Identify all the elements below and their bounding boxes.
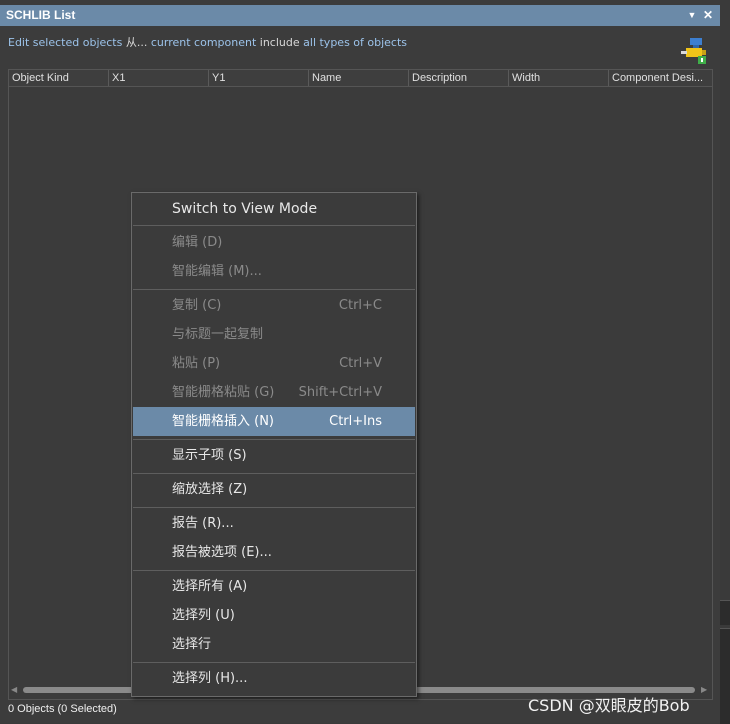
menu-item-select-column[interactable]: 选择列 (U) [133,601,415,630]
menu-item-label: 显示子项 (S) [172,448,247,463]
scroll-right-arrow-icon[interactable]: ▶ [701,685,707,694]
menu-item-report-selected[interactable]: 报告被选项 (E)... [133,538,415,567]
menu-item-smart-grid-paste[interactable]: 智能栅格粘贴 (G) Shift+Ctrl+V [133,378,415,407]
menu-item-copy-with-header[interactable]: 与标题一起复制 [133,320,415,349]
menu-item-select-row[interactable]: 选择行 [133,630,415,659]
column-header-description[interactable]: Description [409,70,509,86]
adjacent-panel-edge [720,600,730,625]
column-header-x1[interactable]: X1 [109,70,209,86]
close-icon[interactable]: ✕ [702,5,714,26]
menu-separator [133,439,415,440]
adjacent-panel-edge [720,628,730,724]
menu-item-label: 智能编辑 (M)... [172,264,262,279]
menu-separator [133,225,415,226]
right-edge-strip [720,0,730,724]
pin-dropdown-icon[interactable]: ▼ [686,5,698,26]
menu-item-label: 粘贴 (P) [172,356,221,371]
column-header-name[interactable]: Name [309,70,409,86]
plug-filter-icon[interactable] [680,36,710,66]
column-header-width[interactable]: Width [509,70,609,86]
menu-item-label: 报告 (R)... [172,516,234,531]
menu-item-shortcut: Shift+Ctrl+V [298,385,382,400]
from-text: 从... [125,36,148,49]
menu-item-label: 选择列 (H)... [172,671,248,686]
menu-item-paste[interactable]: 粘贴 (P) Ctrl+V [133,349,415,378]
current-component-link[interactable]: current component [151,36,256,49]
menu-item-label: 缩放选择 (Z) [172,482,248,497]
panel-title: SCHLIB List [6,8,76,22]
menu-item-edit[interactable]: 编辑 (D) [133,228,415,257]
scroll-left-arrow-icon[interactable]: ◀ [11,685,17,694]
menu-item-shortcut: Ctrl+Ins [329,414,382,429]
csdn-watermark: CSDN @双眼皮的Bob [528,696,690,715]
grid-header: Object Kind X1 Y1 Name Description Width… [9,70,712,87]
menu-item-switch-to-view-mode[interactable]: Switch to View Mode [133,195,415,224]
menu-item-report[interactable]: 报告 (R)... [133,509,415,538]
schlib-list-panel: SCHLIB List ▼ ✕ Edit selected objects 从.… [0,0,721,723]
menu-separator [133,473,415,474]
menu-item-shortcut: Ctrl+C [338,298,382,313]
menu-item-copy[interactable]: 复制 (C) Ctrl+C [133,291,415,320]
menu-item-shortcut: Ctrl+V [339,356,382,371]
menu-item-label: Switch to View Mode [172,201,318,217]
status-text: 0 Objects (0 Selected) [8,703,117,715]
column-header-object-kind[interactable]: Object Kind [9,70,109,86]
column-header-y1[interactable]: Y1 [209,70,309,86]
menu-item-show-children[interactable]: 显示子项 (S) [133,441,415,470]
menu-item-smart-edit[interactable]: 智能编辑 (M)... [133,257,415,286]
menu-item-label: 选择所有 (A) [172,579,248,594]
menu-item-label: 智能栅格插入 (N) [172,414,275,429]
menu-item-label: 复制 (C) [172,298,222,313]
column-header-component-designator[interactable]: Component Desi... [609,70,710,86]
filter-bar: Edit selected objects 从... current compo… [8,36,407,50]
edit-selected-objects-link[interactable]: Edit selected objects [8,36,122,49]
menu-item-label: 智能栅格粘贴 (G) [172,385,275,400]
menu-separator [133,570,415,571]
menu-separator [133,662,415,663]
menu-item-select-all[interactable]: 选择所有 (A) [133,572,415,601]
menu-item-zoom-selection[interactable]: 缩放选择 (Z) [133,475,415,504]
context-menu: Switch to View Mode 编辑 (D) 智能编辑 (M)... 复… [131,192,417,697]
include-text: include [259,36,300,49]
menu-item-label: 选择列 (U) [172,608,235,623]
menu-item-select-columns[interactable]: 选择列 (H)... [133,664,415,693]
menu-item-label: 报告被选项 (E)... [172,545,272,560]
menu-item-label: 编辑 (D) [172,235,223,250]
all-types-link[interactable]: all types of objects [303,36,407,49]
menu-separator [133,289,415,290]
menu-item-label: 选择行 [172,637,212,652]
menu-item-label: 与标题一起复制 [172,327,264,342]
panel-title-bar[interactable]: SCHLIB List ▼ ✕ [0,5,720,26]
menu-separator [133,507,415,508]
menu-item-smart-grid-insert[interactable]: 智能栅格插入 (N) Ctrl+Ins [133,407,415,436]
